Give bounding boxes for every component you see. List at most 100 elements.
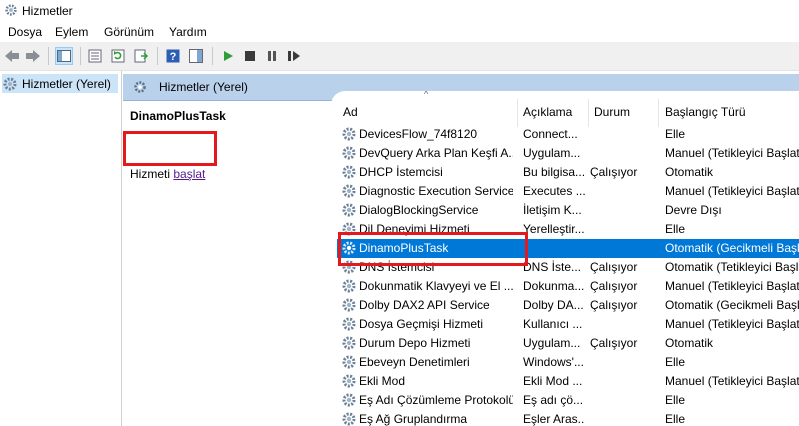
cell-description: Bu bilgisa... [523,165,585,179]
cell-name: Diagnostic Execution Service [359,184,513,198]
cell-description: Ekli Mod ... [523,374,583,388]
service-gear-icon [342,374,356,388]
highlight-box [338,232,528,266]
cell-description: İletişim K... [523,203,582,217]
action-pane-icon[interactable] [187,47,205,65]
cell-startup-type: Elle [665,393,686,407]
cell-description: Dolby DA... [523,298,584,312]
pause-service-icon[interactable] [263,47,281,65]
start-service-link[interactable]: başlat [173,167,205,181]
table-row[interactable]: Dolby DAX2 API Service Dolby DA... Çalışıy… [337,296,799,315]
toolbar: ? [0,42,799,71]
cell-description: Uygulam... [523,146,581,160]
cell-status: Çalışıyor [590,298,638,312]
cell-description: Windows'... [523,355,584,369]
menu-help[interactable]: Yardım [169,25,207,39]
properties-icon[interactable] [86,47,104,65]
cell-name: DHCP İstemcisi [359,165,443,179]
menu-file[interactable]: Dosya [8,25,42,39]
menu-bar: Dosya Eylem Görünüm Yardım [0,22,799,42]
service-gear-icon [342,165,356,179]
toolbar-separator [212,47,213,65]
cell-name: Ekli Mod [359,374,406,388]
window-title: Hizmetler [22,4,73,18]
toolbar-separator [80,47,81,65]
cell-startup-type: Manuel (Tetikleyici Başlat [665,374,799,388]
selected-service-name: DinamoPlusTask [130,109,226,123]
cell-description: Kullanıcı ... [523,317,583,331]
cell-startup-type: Otomatik (Gecikmeli Başl [665,241,799,255]
menu-view[interactable]: Görünüm [104,25,154,39]
start-prefix: Hizmeti [130,167,174,181]
cell-name: Dolby DAX2 API Service [359,298,490,312]
table-row[interactable]: Dosya Geçmişi Hizmeti Kullanıcı ... Manuel… [337,315,799,334]
cell-startup-type: Otomatik [665,336,714,350]
svg-text:?: ? [170,51,177,63]
cell-name: Eş Ağ Gruplandırma [359,412,468,426]
cell-startup-type: Elle [665,222,686,236]
table-row[interactable]: DialogBlockingService İletişim K... Devre … [337,201,799,220]
cell-startup-type: Elle [665,355,686,369]
start-service-icon[interactable] [219,47,237,65]
table-row[interactable]: DevicesFlow_74f8120 Connect... Elle [337,125,799,144]
service-gear-icon [342,393,356,407]
cell-name: Eş Adı Çözümleme Protokolü [359,393,513,407]
cell-description: Eşler Aras... [523,412,585,426]
service-gear-icon [342,127,356,141]
refresh-icon[interactable] [109,47,127,65]
help-icon[interactable]: ? [164,47,182,65]
show-hide-tree-icon[interactable] [55,47,73,65]
cell-startup-type: Manuel (Tetikleyici Başlat [665,146,799,160]
cell-status: Çalışıyor [590,260,638,274]
table-row[interactable]: Ekli Mod Ekli Mod ... Manuel (Tetikleyici … [337,372,799,391]
table-row[interactable]: Ebeveyn Denetimleri Windows'... Elle [337,353,799,372]
export-list-icon[interactable] [132,47,150,65]
table-row[interactable]: Eş Adı Çözümleme Protokolü Eş adı çö... El… [337,391,799,410]
toolbar-separator [48,47,49,65]
menu-action[interactable]: Eylem [55,25,88,39]
services-gear-icon [3,77,17,90]
service-gear-icon [342,146,356,160]
cell-description: Connect... [523,127,578,141]
cell-description: Dokunma... [523,279,585,293]
search-gear-icon [134,81,146,93]
column-header-startup-type[interactable]: Başlangıç Türü [659,91,799,129]
cell-startup-type: Otomatik (Gecikmeli Başl [665,298,799,312]
cell-status: Çalışıyor [590,279,638,293]
cell-startup-type: Manuel (Tetikleyici Başlat [665,279,799,293]
service-gear-icon [342,412,356,426]
table-row[interactable]: DHCP İstemcisi Bu bilgisa... Çalışıyor Otom… [337,163,799,182]
cell-startup-type: Manuel (Tetikleyici Başlat [665,184,799,198]
service-gear-icon [342,336,356,350]
tree-item-services-local[interactable]: Hizmetler (Yerel) [2,74,118,93]
cell-status: Çalışıyor [590,336,638,350]
column-header-name[interactable]: Ad [337,91,517,129]
back-icon[interactable] [3,47,21,65]
cell-name: Ebeveyn Denetimleri [359,355,470,369]
table-row[interactable]: Eş Ağ Gruplandırma Eşler Aras... Elle [337,410,799,426]
cell-name: DevicesFlow_74f8120 [359,127,478,141]
highlight-box [123,131,217,166]
service-gear-icon [342,298,356,312]
start-service-line: Hizmeti başlat [130,167,205,181]
table-row[interactable]: Dokunmatik Klavyeyi ve El ... Dokunma... Ç… [337,277,799,296]
table-row[interactable]: Diagnostic Execution Service Executes ...… [337,182,799,201]
console-tree: Hizmetler (Yerel) [0,71,122,426]
column-header-status[interactable]: Durum [588,91,658,129]
cell-name: Dokunmatik Klavyeyi ve El ... [359,279,513,293]
service-gear-icon [342,355,356,369]
stop-service-icon[interactable] [241,47,259,65]
service-gear-icon [342,317,356,331]
cell-description: Eş adı çö... [523,393,584,407]
column-header-description[interactable]: Açıklama [517,91,587,129]
panel-header-title: Hizmetler (Yerel) [159,80,248,94]
cell-description: Yerelleştir... [523,222,585,236]
cell-startup-type: Elle [665,127,686,141]
cell-startup-type: Manuel (Tetikleyici Başlat [665,317,799,331]
table-row[interactable]: DevQuery Arka Plan Keşfi A... Uygulam... M… [337,144,799,163]
restart-service-icon[interactable] [285,47,303,65]
forward-icon[interactable] [24,47,42,65]
cell-name: DialogBlockingService [359,203,479,217]
table-row[interactable]: Durum Depo Hizmeti Uygulam... Çalışıyor Oto… [337,334,799,353]
cell-startup-type: Otomatik (Tetikleyici Başla [665,260,799,274]
